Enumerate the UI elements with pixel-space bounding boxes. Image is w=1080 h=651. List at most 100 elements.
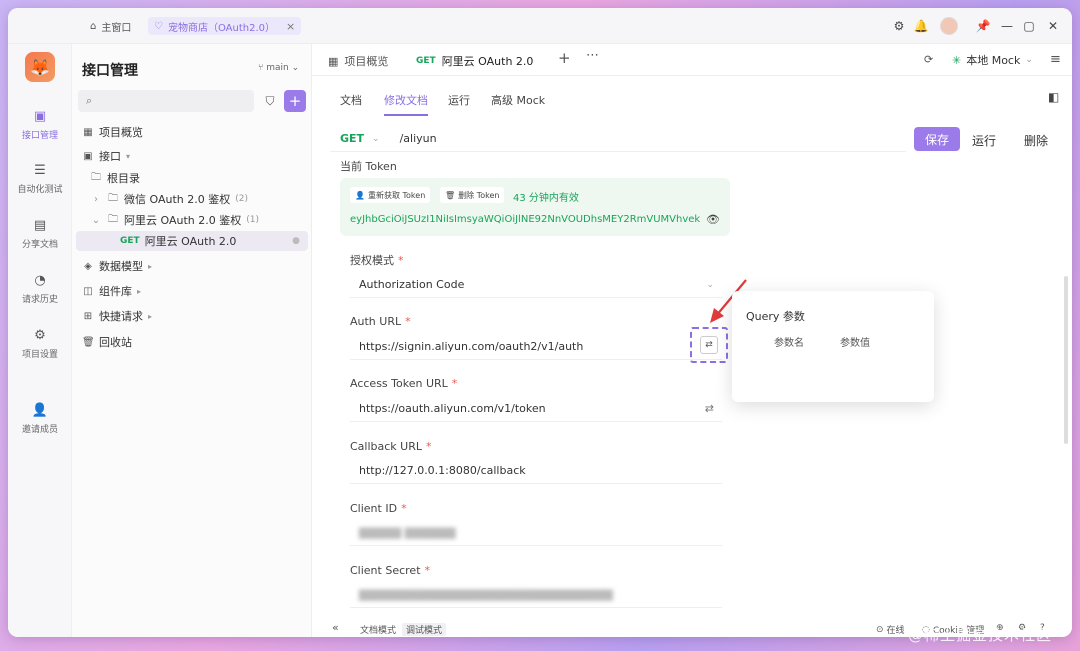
- tree-item-aliyun-folder[interactable]: ⌄ 🗀 阿里云 OAuth 2.0 鉴权 (1): [76, 210, 308, 230]
- callback-url-input[interactable]: http://127.0.0.1:8080/callback: [350, 458, 722, 484]
- rail-item-api[interactable]: ▣ 接口管理: [8, 108, 72, 142]
- project-tab[interactable]: ♡ 宠物商店（OAuth2.0） ×: [148, 17, 302, 35]
- tree-item-models[interactable]: ◈ 数据模型 ▸: [76, 256, 308, 276]
- chevron-down-icon: ⌄: [372, 133, 380, 144]
- more-tabs-button[interactable]: ⋯: [586, 48, 599, 63]
- invite-icon: 👤: [31, 402, 49, 418]
- api-icon: ▣: [83, 150, 93, 162]
- token-box: 👤 重新获取 Token 🗑 删除 Token 43 分钟内有效 eyJhbGciO…: [340, 178, 730, 236]
- gear-icon[interactable]: ⚙: [890, 17, 908, 35]
- refresh-token-button[interactable]: 👤 重新获取 Token: [350, 187, 431, 203]
- online-status[interactable]: ⊙ 在线: [876, 623, 905, 637]
- item-count: (1): [246, 215, 259, 225]
- client-id-label: Client ID *: [350, 502, 407, 515]
- close-window-icon[interactable]: ✕: [1044, 17, 1062, 35]
- tab-doc[interactable]: 文档: [340, 92, 362, 108]
- tree-search-input[interactable]: ⌕: [78, 90, 254, 112]
- query-params-button[interactable]: ⇄: [700, 336, 718, 354]
- minimize-icon[interactable]: —: [998, 17, 1016, 35]
- tree-item-trash[interactable]: 🗑 回收站: [76, 332, 308, 352]
- query-params-icon[interactable]: ⇄: [705, 402, 714, 415]
- collapse-button[interactable]: «: [332, 621, 339, 634]
- tab-edit-doc[interactable]: 修改文档: [384, 92, 428, 116]
- history-icon: ◔: [34, 272, 46, 288]
- home-window-tab-label: 主窗口: [101, 22, 132, 34]
- tree-item-label: 根目录: [107, 172, 140, 185]
- left-rail: 🦊 ▣ 接口管理 ☰ 自动化测试 ▤ 分享文档 ◔ 请求历史 ⚙ 项目设置 👤 …: [8, 44, 72, 637]
- environment-label: 本地 Mock: [966, 54, 1021, 67]
- access-token-url-input[interactable]: https://oauth.aliyun.com/v1/token ⇄: [350, 396, 722, 422]
- branch-selector[interactable]: ⑂ main ⌄: [258, 63, 299, 73]
- rail-item-automation[interactable]: ☰ 自动化测试: [8, 162, 72, 196]
- debug-mode-toggle[interactable]: 调试模式: [402, 623, 447, 636]
- eye-icon[interactable]: 👁: [706, 213, 720, 226]
- client-id-input[interactable]: ▇▇▇▇▇ ▇▇▇▇▇▇: [350, 520, 722, 546]
- delete-button[interactable]: 删除: [1024, 127, 1048, 149]
- tree-item-api[interactable]: ▣ 接口 ▾: [76, 146, 308, 166]
- panel-toggle-icon[interactable]: ◧: [1048, 90, 1059, 104]
- tree-item-wechat-folder[interactable]: › 🗀 微信 OAuth 2.0 鉴权 (2): [76, 189, 308, 209]
- close-tab-icon[interactable]: ×: [286, 20, 295, 33]
- tab-run[interactable]: 运行: [448, 92, 470, 108]
- auth-url-value: https://signin.aliyun.com/oauth2/v1/auth: [359, 340, 584, 353]
- online-label: 在线: [886, 626, 905, 636]
- url-path-input[interactable]: /aliyun: [400, 132, 437, 145]
- tree-item-quick-requests[interactable]: ⊞ 快捷请求 ▸: [76, 306, 308, 326]
- token-value: eyJhbGciOiJSUzI1NiIsImsyaWQiOiJlNE92NnVO…: [350, 214, 700, 225]
- chevron-down-icon: ⌄: [288, 63, 300, 73]
- tree-item-root[interactable]: 🗀 根目录: [76, 168, 308, 188]
- doc-mode-toggle[interactable]: 文档模式: [356, 623, 400, 636]
- scrollbar[interactable]: [1064, 276, 1068, 444]
- cube-icon: ◈: [84, 260, 92, 272]
- rail-item-label: 邀请成员: [21, 425, 58, 435]
- delete-token-button[interactable]: 🗑 删除 Token: [440, 187, 505, 203]
- user-icon: 👤: [355, 190, 365, 200]
- home-window-tab[interactable]: ⌂ 主窗口: [84, 17, 137, 35]
- filter-button[interactable]: ⛉: [260, 90, 280, 112]
- refresh-env-button[interactable]: ⟳: [924, 53, 933, 66]
- pin-icon[interactable]: 📌: [974, 17, 992, 35]
- tree-item-label: 接口: [99, 150, 121, 163]
- chevron-right-icon: ▸: [137, 286, 142, 296]
- client-secret-input[interactable]: ▇▇▇▇▇▇▇▇▇▇▇▇▇▇▇▇▇▇▇▇▇▇▇▇▇▇▇▇▇▇: [350, 582, 722, 608]
- user-avatar[interactable]: [940, 17, 958, 35]
- method-select[interactable]: GET: [340, 132, 364, 145]
- access-token-url-label: Access Token URL *: [350, 377, 458, 390]
- add-button[interactable]: +: [284, 90, 306, 112]
- trash-icon: 🗑: [445, 190, 456, 200]
- tab-overview[interactable]: ▦ 项目概览: [328, 53, 388, 69]
- tab-aliyun-endpoint[interactable]: GET 阿里云 OAuth 2.0: [416, 53, 533, 69]
- mock-icon: ✳: [952, 53, 962, 67]
- panel-title: 接口管理: [82, 63, 138, 79]
- url-bar[interactable]: GET ⌄ /aliyun: [330, 126, 906, 152]
- bell-icon[interactable]: 🔔: [912, 17, 930, 35]
- run-button[interactable]: 运行: [972, 127, 996, 149]
- rail-item-history[interactable]: ◔ 请求历史: [8, 272, 72, 306]
- tree-item-overview[interactable]: ▦ 项目概览: [76, 122, 308, 142]
- share-doc-icon: ▤: [33, 217, 47, 233]
- tree-item-aliyun-endpoint[interactable]: GET 阿里云 OAuth 2.0 ●: [76, 231, 308, 251]
- tree-item-label: 快捷请求: [99, 310, 143, 323]
- chevron-right-icon: ›: [94, 193, 98, 205]
- tab-advanced-mock[interactable]: 高级 Mock: [491, 92, 545, 108]
- col-param-value: 参数值: [840, 338, 870, 349]
- save-button[interactable]: 保存: [914, 127, 960, 151]
- pet-icon: ♡: [154, 20, 163, 32]
- more-icon[interactable]: ●: [292, 236, 300, 246]
- api-icon: ▣: [33, 108, 47, 124]
- new-tab-button[interactable]: +: [558, 49, 571, 67]
- menu-button[interactable]: ≡: [1050, 52, 1061, 67]
- rail-item-label: 请求历史: [21, 295, 58, 305]
- tree-item-label: 微信 OAuth 2.0 鉴权: [124, 193, 231, 206]
- tree-item-components[interactable]: ◫ 组件库 ▸: [76, 281, 308, 301]
- maximize-icon[interactable]: ▢: [1020, 17, 1038, 35]
- auth-url-input[interactable]: https://signin.aliyun.com/oauth2/v1/auth: [350, 334, 722, 360]
- auth-mode-select[interactable]: Authorization Code ⌄: [350, 272, 722, 298]
- rail-item-settings[interactable]: ⚙ 项目设置: [8, 327, 72, 361]
- quick-request-icon: ⊞: [83, 310, 93, 322]
- environment-selector[interactable]: ✳ 本地 Mock ⌄: [952, 52, 1033, 68]
- swap-icon: ⇄: [705, 340, 713, 350]
- rail-item-invite[interactable]: 👤 邀请成员: [8, 402, 72, 436]
- auth-mode-label: 授权模式 *: [350, 254, 404, 267]
- rail-item-share[interactable]: ▤ 分享文档: [8, 217, 72, 251]
